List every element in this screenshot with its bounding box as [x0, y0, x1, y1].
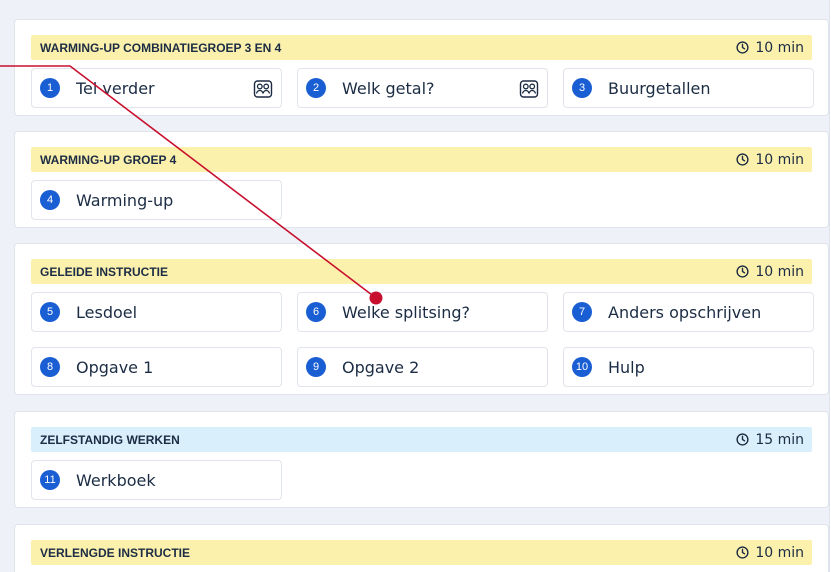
- activity-label: Buurgetallen: [608, 78, 711, 98]
- section-title: WARMING-UP GROEP 4: [40, 152, 177, 167]
- section-duration: 10 min: [736, 40, 804, 56]
- section-warming-up-groep-4: WARMING-UP GROEP 4 10 min 4 Warming-up: [14, 131, 829, 228]
- clock-icon: [736, 153, 749, 166]
- duration-text: 10 min: [755, 544, 804, 561]
- section-geleide-instructie: GELEIDE INSTRUCTIE 10 min 5 Lesdoel 6 We…: [14, 243, 829, 395]
- activity-card-buurgetallen[interactable]: 3 Buurgetallen: [563, 68, 814, 108]
- activity-number: 10: [572, 357, 592, 377]
- activity-label: Welk getal?: [342, 78, 435, 98]
- activity-number: 1: [40, 78, 60, 98]
- activity-number: 9: [306, 357, 326, 377]
- clock-icon: [736, 41, 749, 54]
- clock-icon: [736, 546, 749, 559]
- activity-card-opgave-2[interactable]: 9 Opgave 2: [297, 347, 548, 387]
- section-duration: 15 min: [736, 432, 804, 448]
- section-verlengde-instructie: VERLENGDE INSTRUCTIE 10 min: [14, 524, 829, 572]
- activity-card-hulp[interactable]: 10 Hulp: [563, 347, 814, 387]
- activity-label: Opgave 1: [76, 357, 154, 377]
- activity-label: Warming-up: [76, 190, 174, 210]
- section-header: ZELFSTANDIG WERKEN 15 min: [31, 427, 812, 452]
- activity-label: Tel verder: [76, 78, 155, 98]
- section-duration: 10 min: [736, 264, 804, 280]
- activity-label: Opgave 2: [342, 357, 420, 377]
- activity-number: 6: [306, 302, 326, 322]
- clock-icon: [736, 265, 749, 278]
- section-header: GELEIDE INSTRUCTIE 10 min: [31, 259, 812, 284]
- duration-text: 10 min: [755, 39, 804, 56]
- duration-text: 10 min: [755, 263, 804, 280]
- activity-number: 11: [40, 470, 60, 490]
- group-work-icon: [519, 80, 539, 98]
- section-warming-up-combinatiegroep: WARMING-UP COMBINATIEGROEP 3 EN 4 10 min…: [14, 19, 829, 116]
- group-work-icon: [253, 80, 273, 98]
- section-header: WARMING-UP COMBINATIEGROEP 3 EN 4 10 min: [31, 35, 812, 60]
- section-title: GELEIDE INSTRUCTIE: [40, 264, 169, 279]
- activity-number: 3: [572, 78, 592, 98]
- duration-text: 15 min: [755, 431, 804, 448]
- activity-card-anders-opschrijven[interactable]: 7 Anders opschrijven: [563, 292, 814, 332]
- activity-label: Hulp: [608, 357, 645, 377]
- activity-number: 2: [306, 78, 326, 98]
- activity-label: Werkboek: [76, 470, 156, 490]
- activity-card-lesdoel[interactable]: 5 Lesdoel: [31, 292, 282, 332]
- section-duration: 10 min: [736, 152, 804, 168]
- section-title: WARMING-UP COMBINATIEGROEP 3 EN 4: [40, 40, 282, 55]
- activity-label: Welke splitsing?: [342, 302, 471, 322]
- activity-card-warming-up[interactable]: 4 Warming-up: [31, 180, 282, 220]
- activity-number: 8: [40, 357, 60, 377]
- clock-icon: [736, 433, 749, 446]
- activity-number: 5: [40, 302, 60, 322]
- section-header: WARMING-UP GROEP 4 10 min: [31, 147, 812, 172]
- activity-card-opgave-1[interactable]: 8 Opgave 1: [31, 347, 282, 387]
- activity-card-tel-verder[interactable]: 1 Tel verder: [31, 68, 282, 108]
- duration-text: 10 min: [755, 151, 804, 168]
- lesson-plan: WARMING-UP COMBINATIEGROEP 3 EN 4 10 min…: [0, 0, 830, 572]
- activity-label: Lesdoel: [76, 302, 138, 322]
- activity-number: 4: [40, 190, 60, 210]
- section-zelfstandig-werken: ZELFSTANDIG WERKEN 15 min 11 Werkboek: [14, 411, 829, 508]
- section-title: VERLENGDE INSTRUCTIE: [40, 545, 191, 560]
- section-header: VERLENGDE INSTRUCTIE 10 min: [31, 540, 812, 565]
- activity-card-werkboek[interactable]: 11 Werkboek: [31, 460, 282, 500]
- activity-number: 7: [572, 302, 592, 322]
- activity-label: Anders opschrijven: [608, 302, 762, 322]
- section-duration: 10 min: [736, 545, 804, 561]
- activity-card-welk-getal[interactable]: 2 Welk getal?: [297, 68, 548, 108]
- activity-card-welke-splitsing[interactable]: 6 Welke splitsing?: [297, 292, 548, 332]
- section-title: ZELFSTANDIG WERKEN: [40, 432, 180, 447]
